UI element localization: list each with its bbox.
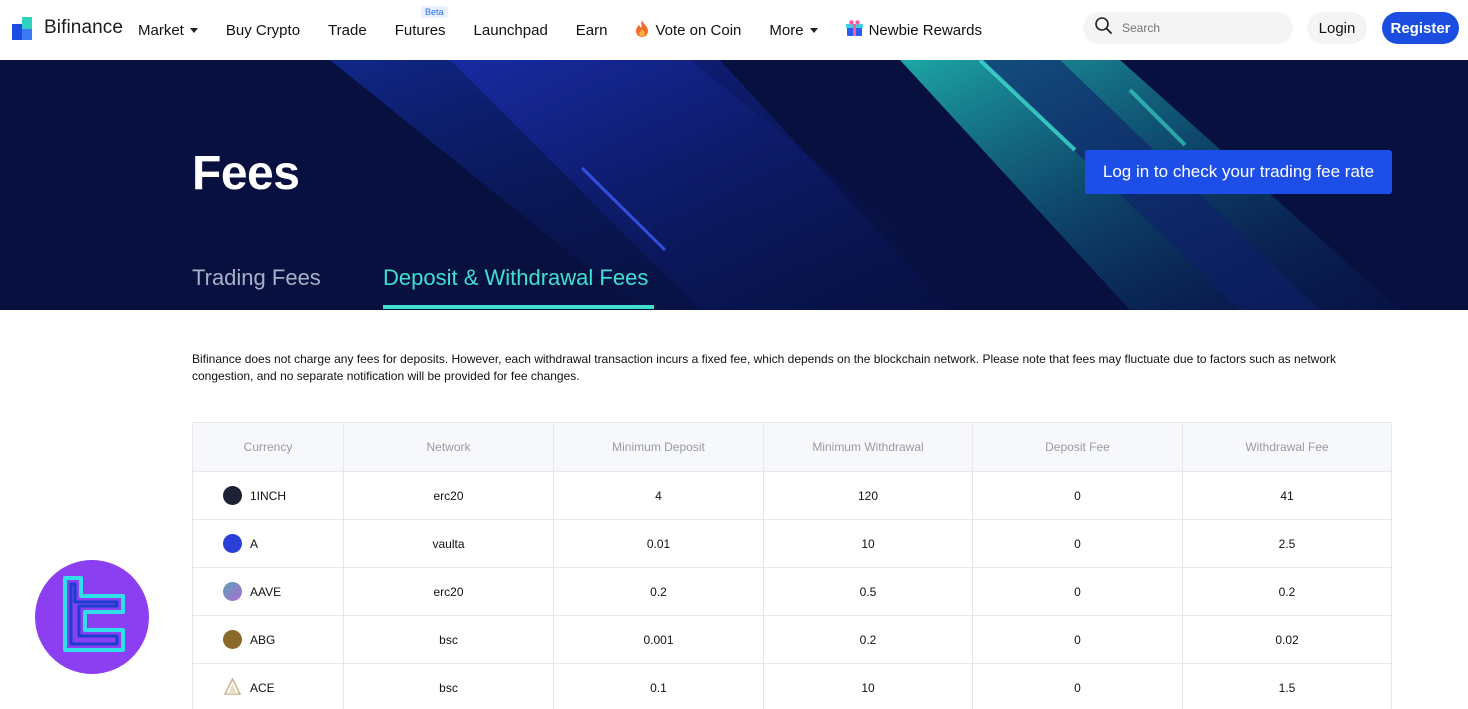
nav-item-buy-crypto[interactable]: Buy Crypto [226, 22, 300, 39]
network-cell: erc20 [343, 568, 553, 615]
hero-banner: Fees Log in to check your trading fee ra… [0, 60, 1468, 310]
nav-item-market[interactable]: Market [138, 22, 198, 39]
nav-item-vote-on-coin[interactable]: Vote on Coin [635, 19, 742, 41]
nav-item-label: Futures [394, 21, 446, 39]
column-header-min-withdrawal: Minimum Withdrawal [763, 423, 972, 471]
currency-cell: A [193, 520, 343, 567]
nav-item-trade[interactable]: Trade [328, 22, 367, 39]
caret-down-icon [809, 28, 818, 33]
table-row: AAVE erc20 0.2 0.5 0 0.2 [193, 567, 1391, 615]
nav-item-futures[interactable]: Futures Beta [394, 5, 448, 39]
tab-deposit-withdrawal-fees[interactable]: Deposit & Withdrawal Fees [383, 265, 648, 291]
min-withdrawal-cell: 0.5 [763, 568, 972, 615]
currency-cell: ABG [193, 616, 343, 663]
abg-coin-icon [223, 630, 242, 649]
caret-down-icon [189, 28, 198, 33]
aave-coin-icon [223, 582, 242, 601]
deposit-fee-cell: 0 [972, 520, 1182, 567]
fees-table: Currency Network Minimum Deposit Minimum… [192, 422, 1392, 709]
withdrawal-fee-cell: 41 [1182, 472, 1391, 519]
brand-logo-icon [12, 15, 37, 40]
network-cell: erc20 [343, 472, 553, 519]
nav-item-label: Buy Crypto [225, 21, 301, 39]
nav-item-launchpad[interactable]: Launchpad [474, 22, 548, 39]
page-title: Fees [192, 147, 300, 200]
register-button[interactable]: Register [1382, 12, 1459, 44]
currency-symbol: ABG [250, 632, 276, 647]
nav-menu: Market Buy Crypto Trade Futures Beta Lau… [138, 0, 1010, 60]
brand-name: Bifinance [44, 16, 124, 38]
nav-item-label: Trade [328, 21, 367, 39]
min-withdrawal-cell: 120 [763, 472, 972, 519]
brand-logo[interactable]: Bifinance [12, 15, 123, 40]
min-withdrawal-cell: 0.2 [763, 616, 972, 663]
nav-item-label: Newbie Rewards [868, 21, 982, 39]
withdrawal-fee-cell: 2.5 [1182, 520, 1391, 567]
table-row: A vaulta 0.01 10 0 2.5 [193, 519, 1391, 567]
vaulta-coin-icon [223, 534, 242, 553]
1inch-coin-icon [223, 486, 242, 505]
nav-item-earn[interactable]: Earn [576, 22, 608, 39]
min-deposit-cell: 0.01 [553, 520, 763, 567]
column-header-withdrawal-fee: Withdrawal Fee [1182, 423, 1391, 471]
table-row: ACE bsc 0.1 10 0 1.5 [193, 663, 1391, 709]
table-row: ABG bsc 0.001 0.2 0 0.02 [193, 615, 1391, 663]
min-withdrawal-cell: 10 [763, 664, 972, 709]
min-withdrawal-cell: 10 [763, 520, 972, 567]
currency-symbol: 1INCH [250, 488, 287, 503]
nav-item-label: Vote on Coin [655, 21, 742, 39]
gift-icon [845, 19, 863, 41]
deposit-fee-cell: 0 [972, 616, 1182, 663]
currency-cell: 1INCH [193, 472, 343, 519]
currency-symbol: A [250, 536, 259, 551]
search-icon [1095, 17, 1112, 39]
network-cell: vaulta [343, 520, 553, 567]
column-header-deposit-fee: Deposit Fee [972, 423, 1182, 471]
watermark-logo [35, 560, 149, 674]
network-cell: bsc [343, 664, 553, 709]
min-deposit-cell: 0.2 [553, 568, 763, 615]
fee-description: Bifinance does not charge any fees for d… [192, 352, 1336, 383]
beta-badge: Beta [421, 5, 448, 18]
watermark-logo-icon [63, 576, 125, 652]
nav-item-label: Launchpad [473, 21, 548, 39]
column-header-network: Network [343, 423, 553, 471]
network-cell: bsc [343, 616, 553, 663]
nav-item-label: More [769, 21, 804, 39]
withdrawal-fee-cell: 1.5 [1182, 664, 1391, 709]
column-header-min-deposit: Minimum Deposit [553, 423, 763, 471]
deposit-fee-cell: 0 [972, 664, 1182, 709]
currency-cell: AAVE [193, 568, 343, 615]
login-button[interactable]: Login [1307, 12, 1367, 44]
tab-trading-fees[interactable]: Trading Fees [192, 265, 321, 291]
deposit-fee-cell: 0 [972, 472, 1182, 519]
min-deposit-cell: 0.1 [553, 664, 763, 709]
min-deposit-cell: 0.001 [553, 616, 763, 663]
search-input[interactable] [1122, 21, 1272, 35]
nav-item-label: Market [138, 21, 184, 39]
currency-cell: ACE [193, 664, 343, 709]
deposit-fee-cell: 0 [972, 568, 1182, 615]
withdrawal-fee-cell: 0.2 [1182, 568, 1391, 615]
active-tab-indicator [383, 305, 654, 309]
currency-symbol: ACE [250, 680, 275, 695]
column-header-currency: Currency [243, 440, 293, 454]
top-navbar: Bifinance Market Buy Crypto Trade Future… [0, 0, 1468, 60]
search-box[interactable] [1083, 12, 1293, 44]
currency-symbol: AAVE [250, 584, 282, 599]
table-row: 1INCH erc20 4 120 0 41 [193, 471, 1391, 519]
min-deposit-cell: 4 [553, 472, 763, 519]
nav-item-label: Earn [575, 21, 608, 39]
fire-icon [635, 19, 649, 41]
nav-item-newbie-rewards[interactable]: Newbie Rewards [845, 19, 982, 41]
table-header-row: Currency Network Minimum Deposit Minimum… [193, 423, 1391, 471]
nav-item-more[interactable]: More [769, 21, 818, 39]
login-check-fee-button[interactable]: Log in to check your trading fee rate [1085, 150, 1392, 194]
withdrawal-fee-cell: 0.02 [1182, 616, 1391, 663]
ace-coin-icon [223, 676, 242, 699]
